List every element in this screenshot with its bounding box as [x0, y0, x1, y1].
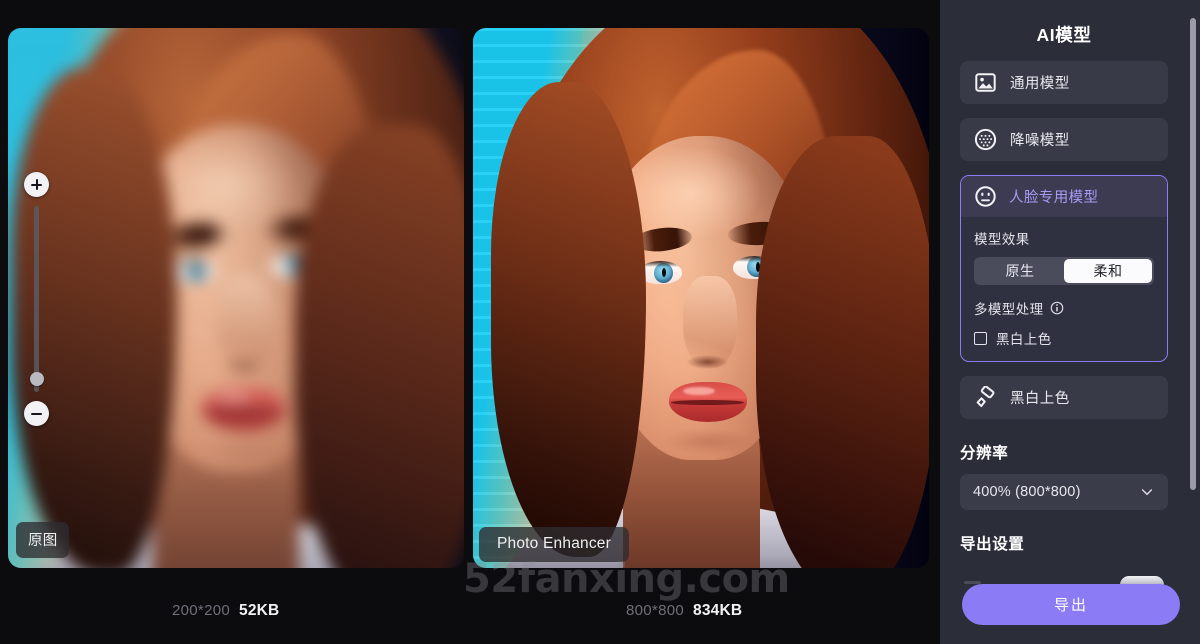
hair-side-right [755, 136, 929, 568]
nostril [687, 354, 729, 369]
effect-label: 模型效果 [974, 232, 1030, 247]
eye-left [639, 261, 683, 284]
zoom-slider-thumb[interactable] [29, 372, 44, 386]
model-label-face: 人脸专用模型 [1009, 190, 1099, 206]
info-icon[interactable] [1050, 301, 1064, 315]
model-card-general[interactable]: 通用模型 [960, 61, 1168, 104]
sidebar-scrollbar[interactable] [1190, 18, 1196, 490]
noise-circle-icon [974, 128, 997, 151]
photo-enhancer-app: 原图 Photo Enhancer 200*200 52KB 800*800 8… [0, 0, 1200, 644]
enhanced-filesize: 834KB [693, 602, 743, 619]
model-label-general: 通用模型 [1010, 76, 1070, 92]
paint-roller-icon [976, 386, 995, 408]
face-icon [975, 186, 996, 207]
plus-icon [31, 179, 42, 190]
colorize-checkbox-label: 黑白上色 [996, 332, 1052, 347]
chin-shadow [664, 427, 752, 455]
image-workspace: 原图 Photo Enhancer 200*200 52KB 800*800 8… [0, 0, 940, 644]
nostril [221, 358, 266, 374]
lip-highlight [682, 386, 715, 396]
colorize-checkbox-row[interactable]: 黑白上色 [974, 328, 1154, 348]
model-card-face[interactable]: 人脸专用模型 [961, 176, 1167, 217]
model-group-face: 人脸专用模型 模型效果 原生 柔和 多模型处理 黑白上色 [960, 175, 1168, 362]
model-label-denoise: 降噪模型 [1010, 133, 1070, 149]
zoom-in-button[interactable] [24, 172, 49, 197]
multi-model-label: 多模型处理 [974, 302, 1044, 317]
original-image-panel[interactable]: 原图 [8, 28, 464, 568]
chin-shadow [196, 436, 290, 466]
multi-model-row: 多模型处理 [974, 298, 1154, 318]
settings-sidebar: AI模型 通用模型 降噪模型 人脸专用模型 模型效果 原生 柔和 多模型处理 黑… [940, 0, 1200, 644]
enhanced-image [473, 28, 929, 568]
enhanced-badge: Photo Enhancer [479, 527, 629, 562]
eyelash-left [639, 261, 683, 268]
image-icon [975, 73, 996, 92]
zoom-slider-track[interactable] [34, 206, 39, 392]
face-model-options: 模型效果 原生 柔和 多模型处理 黑白上色 [961, 217, 1167, 361]
minus-icon [31, 408, 42, 419]
zoom-control[interactable] [20, 172, 54, 426]
eye-left [170, 258, 216, 283]
effect-segmented-control[interactable]: 原生 柔和 [974, 257, 1154, 285]
lip-highlight [216, 392, 251, 402]
enhanced-dimensions: 800*800 [626, 602, 684, 619]
model-card-denoise[interactable]: 降噪模型 [960, 118, 1168, 161]
export-option-dash [964, 580, 981, 584]
eyelash-left [170, 258, 216, 265]
model-label-colorize: 黑白上色 [1010, 391, 1070, 407]
colorize-checkbox[interactable] [974, 331, 987, 345]
effect-option-native[interactable]: 原生 [976, 259, 1064, 283]
export-settings-title: 导出设置 [960, 536, 1025, 553]
resolution-title: 分辨率 [960, 445, 1009, 462]
hair-front-left [491, 82, 647, 558]
model-card-colorize[interactable]: 黑白上色 [960, 376, 1168, 419]
sidebar-content: AI模型 通用模型 降噪模型 人脸专用模型 模型效果 原生 柔和 多模型处理 黑… [940, 0, 1188, 588]
hair-side-right [294, 124, 464, 568]
original-image [8, 28, 464, 568]
original-badge: 原图 [16, 522, 70, 558]
enhanced-image-panel[interactable]: Photo Enhancer [473, 28, 929, 568]
zoom-out-button[interactable] [24, 401, 49, 426]
panel-title: AI模型 [1036, 25, 1092, 45]
resolution-select[interactable]: 400% (800*800) [960, 474, 1168, 510]
original-meta: 200*200 52KB [172, 602, 279, 620]
original-dimensions: 200*200 [172, 602, 230, 619]
effect-option-soft[interactable]: 柔和 [1064, 259, 1152, 283]
pupil-left [662, 267, 667, 278]
export-button[interactable]: 导出 [962, 584, 1180, 625]
pupil-left [194, 265, 200, 276]
resolution-value: 400% (800*800) [973, 484, 1081, 500]
chevron-down-icon [1141, 489, 1153, 496]
enhanced-meta: 800*800 834KB [626, 602, 742, 620]
original-filesize: 52KB [239, 602, 280, 619]
